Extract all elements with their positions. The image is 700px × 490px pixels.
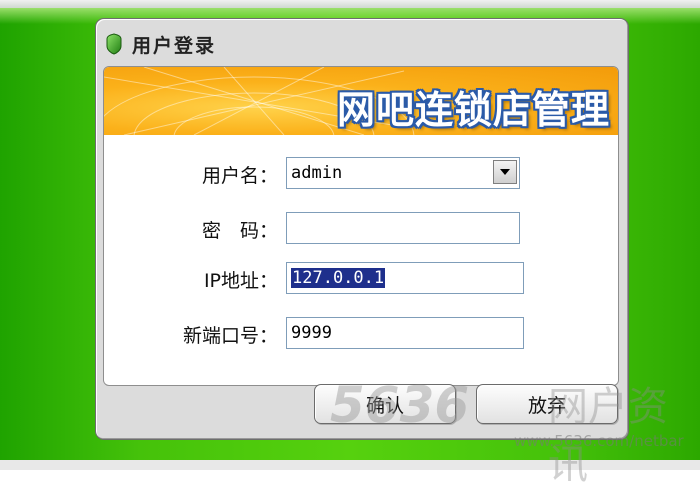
username-label: 用户名： <box>201 165 278 187</box>
background-top-strip <box>0 0 700 8</box>
port-input[interactable]: 9999 <box>286 317 524 349</box>
password-label: 密 码： <box>201 220 278 242</box>
ip-label: IP地址： <box>203 270 278 292</box>
login-dialog: 用户登录 网吧连锁店管理 用户名： admin 密 码： IP地址： 127.0… <box>95 18 629 440</box>
dialog-titlebar[interactable]: 用户登录 <box>106 27 618 61</box>
password-row: 密 码： <box>104 212 618 248</box>
chevron-down-icon <box>500 169 510 175</box>
ip-value: 127.0.0.1 <box>291 268 386 288</box>
username-row: 用户名： admin <box>104 157 618 193</box>
dialog-content-panel: 网吧连锁店管理 用户名： admin 密 码： IP地址： 127.0.0.1 … <box>103 66 619 386</box>
banner: 网吧连锁店管理 <box>104 67 618 135</box>
port-value: 9999 <box>291 323 332 343</box>
username-value: admin <box>291 163 343 183</box>
port-row: 新端口号： 9999 <box>104 317 618 353</box>
cancel-button[interactable]: 放弃 <box>476 384 618 424</box>
port-label: 新端口号： <box>182 325 278 347</box>
confirm-button[interactable]: 确认 <box>314 384 456 424</box>
password-input[interactable] <box>286 212 520 244</box>
dialog-title: 用户登录 <box>132 34 217 57</box>
username-select[interactable]: admin <box>286 157 520 189</box>
ip-row: IP地址： 127.0.0.1 <box>104 262 618 298</box>
ip-input[interactable]: 127.0.0.1 <box>286 262 524 294</box>
username-dropdown-button[interactable] <box>493 160 517 184</box>
banner-title: 网吧连锁店管理 <box>336 88 610 132</box>
app-shield-icon <box>106 33 122 55</box>
background-bottom-strip <box>0 460 700 470</box>
